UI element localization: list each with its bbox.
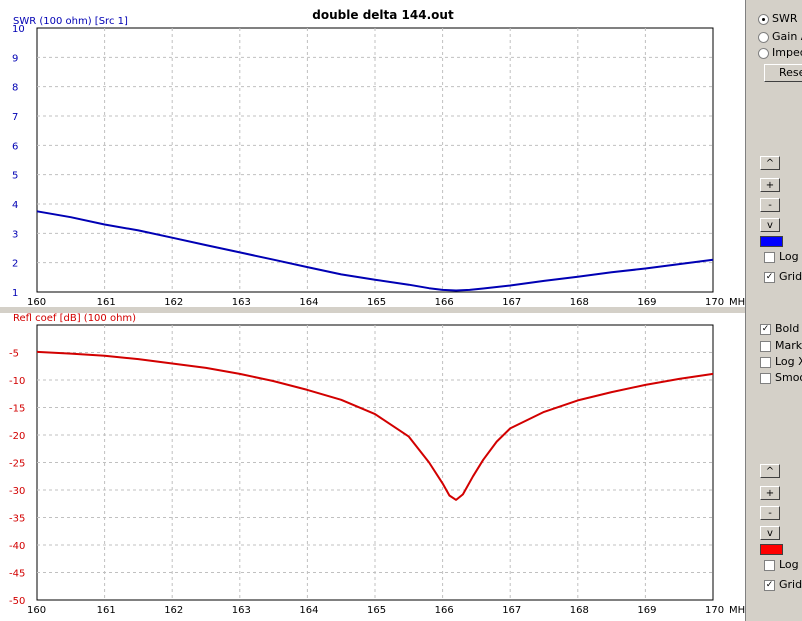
radio-impedance[interactable]: Imped bbox=[758, 46, 802, 60]
radio-swr-label: SWR bbox=[772, 12, 798, 25]
checkbox-icon bbox=[760, 356, 771, 368]
top-log-label: Log bbox=[779, 250, 799, 263]
y-tick-label: 2 bbox=[12, 259, 18, 270]
logx-checkbox[interactable]: Log X bbox=[760, 355, 802, 369]
x-tick-label: 165 bbox=[367, 297, 386, 308]
x-tick-label: 170 bbox=[705, 297, 724, 308]
top-color-swatch[interactable] bbox=[760, 236, 783, 247]
y-tick-label: 8 bbox=[12, 83, 18, 94]
bold-label: Bold bbox=[775, 322, 800, 335]
chart-title: double delta 144.out bbox=[312, 8, 454, 22]
x-tick-label: 161 bbox=[97, 297, 116, 308]
y-tick-label: -5 bbox=[9, 349, 19, 360]
top-log-checkbox[interactable]: Log bbox=[764, 250, 802, 264]
plots-canvas: double delta 144.out 12345678910160 161 16… bbox=[0, 0, 746, 621]
y-tick-label: 4 bbox=[12, 200, 18, 211]
swr-chart: 12345678910160 161 162 163 164 165 166 167 168 16… bbox=[12, 16, 746, 308]
scale-down-button[interactable]: v bbox=[760, 526, 780, 540]
x-tick-label: 162 bbox=[164, 297, 183, 308]
top-grid-label: Grid bbox=[779, 270, 802, 283]
y-tick-label: 6 bbox=[12, 141, 18, 152]
y-tick-label: 3 bbox=[12, 229, 18, 240]
y-tick-label: -20 bbox=[9, 431, 25, 442]
zoom-in-button[interactable]: + bbox=[760, 486, 780, 500]
radio-gain[interactable]: Gain A bbox=[758, 30, 802, 44]
x-tick-label: 163 bbox=[232, 605, 251, 616]
radio-swr[interactable]: SWR bbox=[758, 12, 802, 26]
x-tick-label: 164 bbox=[299, 297, 318, 308]
x-tick-label: 166 bbox=[435, 605, 454, 616]
x-tick-label: 165 bbox=[367, 605, 386, 616]
mark-checkbox[interactable]: Mark bbox=[760, 339, 802, 353]
logx-label: Log X bbox=[775, 355, 802, 368]
bottom-color-swatch[interactable] bbox=[760, 544, 783, 555]
zoom-out-button[interactable]: - bbox=[760, 506, 780, 520]
radio-icon bbox=[758, 47, 769, 59]
scale-up-button[interactable]: ^ bbox=[760, 156, 780, 170]
checkmark-icon: ✓ bbox=[764, 579, 775, 591]
x-tick-label: 162 bbox=[164, 605, 183, 616]
x-tick-label: 169 bbox=[637, 297, 656, 308]
radio-gain-label: Gain A bbox=[772, 30, 802, 43]
checkmark-icon: ✓ bbox=[760, 323, 771, 335]
x-tick-label: 169 bbox=[637, 605, 656, 616]
y-tick-label: -50 bbox=[9, 596, 25, 607]
bold-checkbox[interactable]: ✓ Bold bbox=[760, 322, 802, 336]
y-tick-label: -10 bbox=[9, 376, 25, 387]
mark-label: Mark bbox=[775, 339, 802, 352]
radio-icon bbox=[758, 31, 769, 43]
y-tick-label: 1 bbox=[12, 288, 18, 299]
zoom-in-button[interactable]: + bbox=[760, 178, 780, 192]
y-tick-label: -15 bbox=[9, 404, 25, 415]
y-tick-label: -30 bbox=[9, 486, 25, 497]
bottom-log-label: Log bbox=[779, 558, 799, 571]
x-tick-label: 161 bbox=[97, 605, 116, 616]
bottom-grid-label: Grid bbox=[779, 578, 802, 591]
x-tick-label: 168 bbox=[570, 297, 589, 308]
smooth-checkbox[interactable]: Smoo bbox=[760, 371, 802, 385]
scale-down-button[interactable]: v bbox=[760, 218, 780, 232]
checkbox-icon bbox=[764, 251, 775, 263]
bottom-grid-checkbox[interactable]: ✓ Grid bbox=[764, 578, 802, 592]
smooth-label: Smoo bbox=[775, 371, 802, 384]
checkbox-icon bbox=[760, 340, 771, 352]
checkbox-icon bbox=[764, 559, 775, 571]
x-tick-label: 167 bbox=[502, 605, 521, 616]
y-tick-label: 5 bbox=[12, 171, 18, 182]
radio-imped-label: Imped bbox=[772, 46, 802, 59]
y-axis-label: SWR (100 ohm) [Src 1] bbox=[13, 16, 128, 27]
x-tick-label: 160 bbox=[27, 297, 46, 308]
x-tick-label: 160 bbox=[27, 605, 46, 616]
zoom-out-button[interactable]: - bbox=[760, 198, 780, 212]
x-tick-label: 167 bbox=[502, 297, 521, 308]
y-tick-label: 7 bbox=[12, 112, 18, 123]
bottom-log-checkbox[interactable]: Log bbox=[764, 558, 802, 572]
scale-up-button[interactable]: ^ bbox=[760, 464, 780, 478]
y-tick-label: -25 bbox=[9, 459, 25, 470]
x-tick-label: 163 bbox=[232, 297, 251, 308]
x-tick-label: 168 bbox=[570, 605, 589, 616]
x-tick-label: 164 bbox=[299, 605, 318, 616]
x-unit-label: MHz bbox=[729, 297, 746, 308]
radio-icon bbox=[758, 13, 769, 25]
checkmark-icon: ✓ bbox=[764, 271, 775, 283]
x-tick-label: 166 bbox=[435, 297, 454, 308]
reset-button[interactable]: Reset bbox=[764, 64, 802, 82]
y-tick-label: 9 bbox=[12, 53, 18, 64]
x-unit-label: MHz bbox=[729, 605, 746, 616]
refl-chart: -5 -10 -15 -20 -25 -30 -35 -40 -45 -50160 161 162 16… bbox=[9, 313, 746, 616]
y-axis-label: Refl coef [dB] (100 ohm) bbox=[13, 313, 136, 324]
checkbox-icon bbox=[760, 372, 771, 384]
top-grid-checkbox[interactable]: ✓ Grid bbox=[764, 270, 802, 284]
y-tick-label: -45 bbox=[9, 569, 25, 580]
y-tick-label: -35 bbox=[9, 514, 25, 525]
y-tick-label: -40 bbox=[9, 541, 25, 552]
x-tick-label: 170 bbox=[705, 605, 724, 616]
